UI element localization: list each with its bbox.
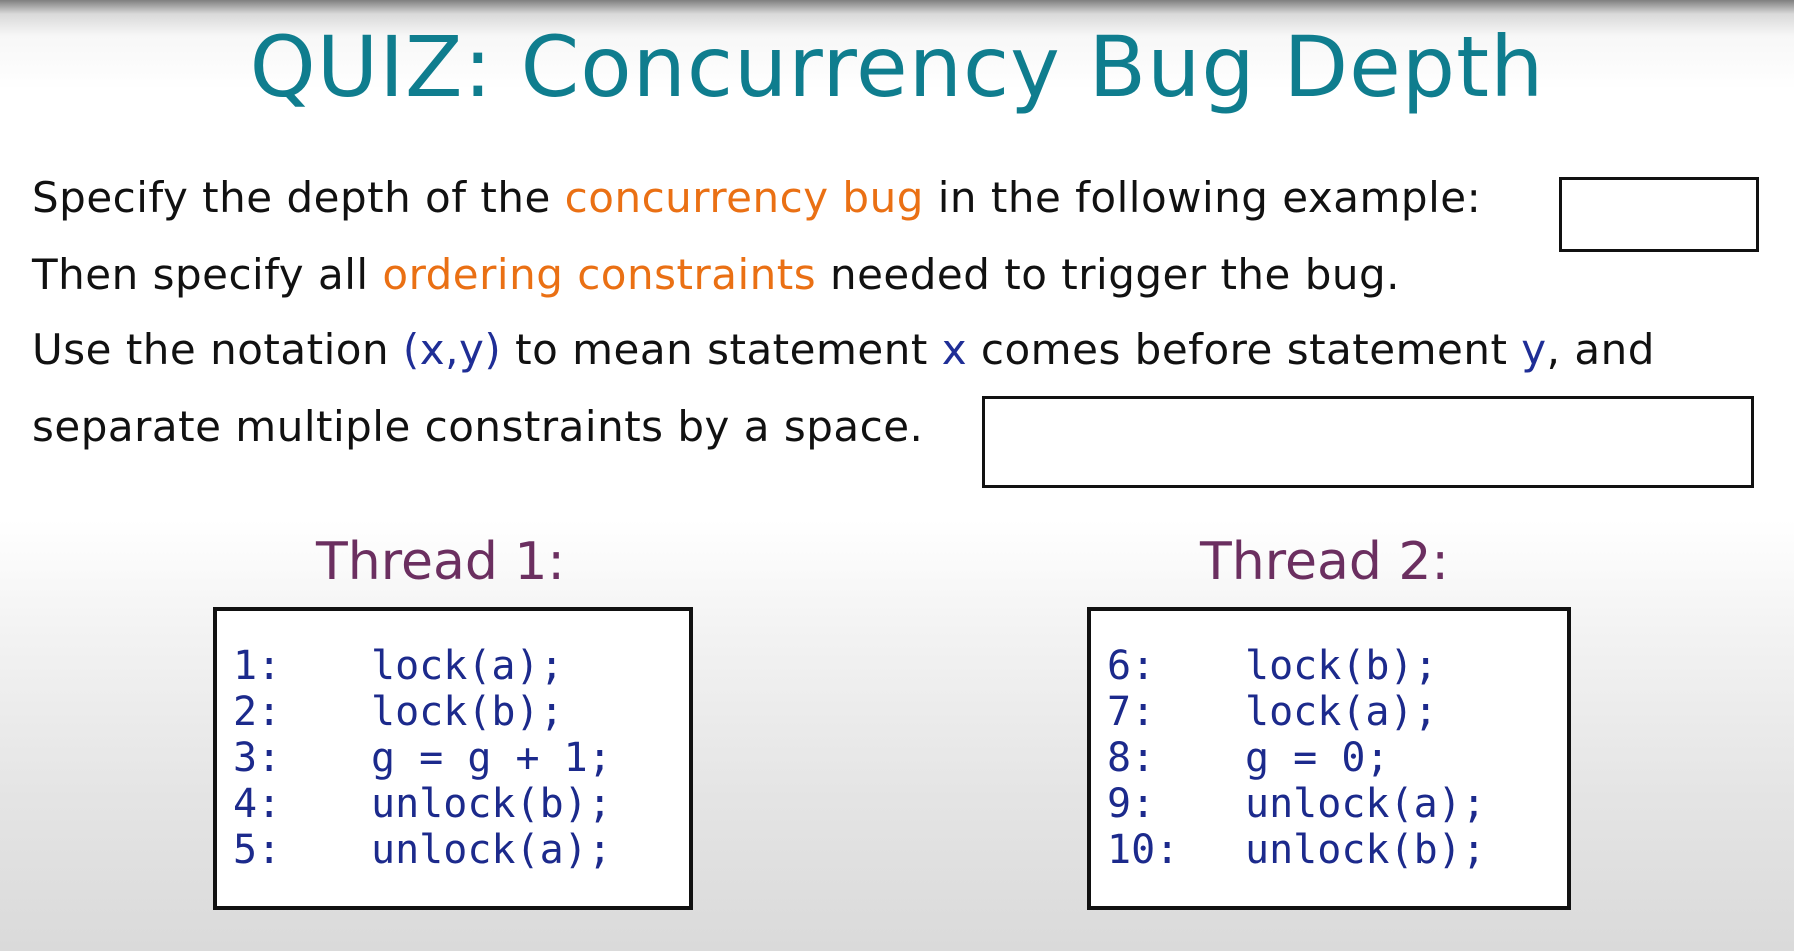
code-statement: lock(a);	[371, 643, 564, 689]
thread-2-code-box: 6: lock(b); 7: lock(a); 8: g = 0; 9: unlock(…	[1087, 607, 1571, 910]
highlight-ordering-constraints: ordering constraints	[382, 250, 817, 299]
line-number: 5:	[233, 827, 282, 873]
code-statement: lock(b);	[371, 689, 564, 735]
instruction-line-1: Specify the depth of the concurrency bug…	[32, 173, 1481, 222]
line-number: 10:	[1107, 827, 1180, 873]
instruction-text: Then specify all	[32, 250, 383, 299]
notation-example: (x,y)	[402, 325, 502, 374]
code-statement: unlock(a);	[371, 827, 612, 873]
code-statement: unlock(b);	[1245, 827, 1486, 873]
code-statement: g = g + 1;	[371, 735, 612, 781]
code-line: 7: lock(a);	[1107, 689, 1567, 735]
instruction-text: Use the notation	[32, 325, 403, 374]
code-line: 10: unlock(b);	[1107, 827, 1567, 873]
thread-1-label: Thread 1:	[316, 532, 565, 592]
code-line: 4: unlock(b);	[233, 781, 689, 827]
line-number: 9:	[1107, 781, 1156, 827]
quiz-title: QUIZ: Concurrency Bug Depth	[249, 18, 1545, 116]
code-line: 8: g = 0;	[1107, 735, 1567, 781]
bug-depth-answer-box[interactable]	[1559, 177, 1759, 252]
line-number: 2:	[233, 689, 282, 735]
line-number: 3:	[233, 735, 282, 781]
thread-2-label: Thread 2:	[1200, 532, 1449, 592]
code-line: 9: unlock(a);	[1107, 781, 1567, 827]
ordering-constraints-answer-box[interactable]	[982, 396, 1754, 488]
code-statement: g = 0;	[1245, 735, 1390, 781]
code-statement: lock(b);	[1245, 643, 1438, 689]
line-number: 1:	[233, 643, 282, 689]
instruction-text: needed to trigger the bug.	[816, 250, 1401, 299]
instruction-line-2: Then specify all ordering constraints ne…	[32, 250, 1400, 299]
line-number: 6:	[1107, 643, 1156, 689]
statement-y: y	[1521, 325, 1547, 374]
code-line: 1: lock(a);	[233, 643, 689, 689]
code-statement: lock(a);	[1245, 689, 1438, 735]
code-statement: unlock(b);	[371, 781, 612, 827]
line-number: 7:	[1107, 689, 1156, 735]
instruction-line-4: separate multiple constraints by a space…	[32, 402, 924, 451]
instruction-text: to mean statement	[501, 325, 942, 374]
instruction-text: comes before statement	[967, 325, 1522, 374]
instruction-line-3: Use the notation (x,y) to mean statement…	[32, 325, 1655, 374]
instruction-text: , and	[1546, 325, 1655, 374]
thread-1-code-box: 1: lock(a); 2: lock(b); 3: g = g + 1; 4: unl…	[213, 607, 693, 910]
code-line: 3: g = g + 1;	[233, 735, 689, 781]
code-statement: unlock(a);	[1245, 781, 1486, 827]
highlight-concurrency-bug: concurrency bug	[564, 173, 924, 222]
line-number: 8:	[1107, 735, 1156, 781]
code-line: 6: lock(b);	[1107, 643, 1567, 689]
statement-x: x	[941, 325, 968, 374]
code-line: 2: lock(b);	[233, 689, 689, 735]
instruction-text: in the following example:	[923, 173, 1482, 222]
code-line: 5: unlock(a);	[233, 827, 689, 873]
line-number: 4:	[233, 781, 282, 827]
instruction-text: Specify the depth of the	[32, 173, 565, 222]
